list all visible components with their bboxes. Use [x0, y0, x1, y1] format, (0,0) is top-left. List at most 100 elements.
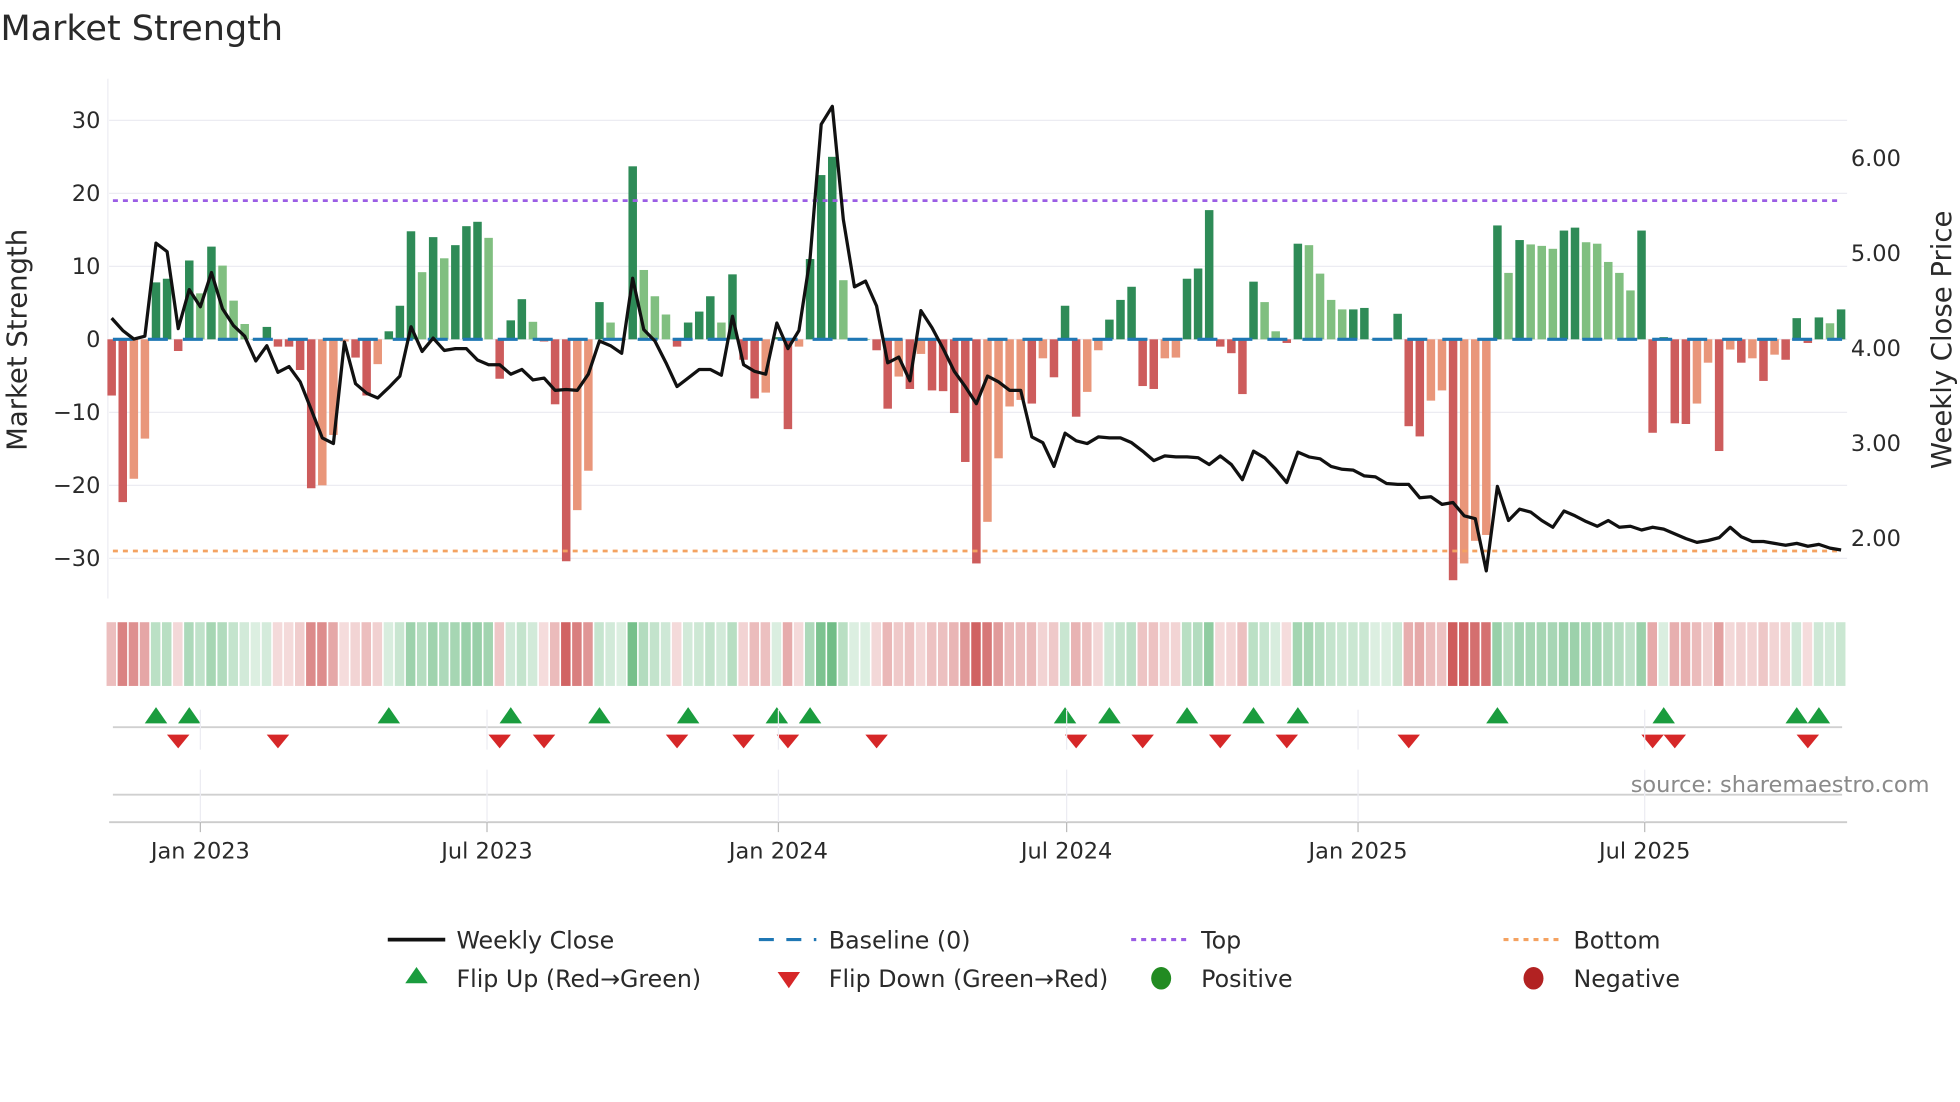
heat-cell	[228, 622, 238, 686]
heat-cell	[1048, 622, 1059, 686]
strength-bar	[1426, 339, 1436, 401]
flip-down-marker	[1275, 734, 1299, 749]
strength-bar	[107, 339, 116, 396]
heat-cell	[971, 622, 981, 686]
x-tick-label: Jan 2023	[149, 838, 250, 864]
strength-bar	[1315, 273, 1325, 340]
strength-bar	[517, 299, 527, 340]
strength-bar	[1027, 339, 1037, 404]
strength-bar	[961, 339, 970, 462]
strength-bar	[1836, 309, 1846, 340]
heat-cell	[1525, 622, 1536, 686]
heat-cell	[1059, 622, 1070, 686]
legend-negative[interactable]: Negative	[1573, 965, 1679, 993]
heat-cell	[1392, 622, 1403, 686]
legend-top[interactable]: Top	[1200, 926, 1241, 954]
heat-cell	[893, 622, 904, 686]
heat-cell	[1459, 622, 1469, 686]
heat-cell	[527, 622, 538, 686]
legend-negative-icon	[1523, 967, 1544, 990]
x-tick-label: Jul 2023	[439, 838, 532, 864]
heat-cell	[549, 622, 560, 686]
heat-cell	[1104, 622, 1114, 686]
heat-cell	[727, 622, 737, 686]
heat-cell	[350, 622, 360, 686]
strength-bar	[983, 339, 992, 522]
strength-bar	[473, 221, 482, 340]
strength-bar	[273, 339, 283, 347]
heat-cell	[472, 622, 482, 686]
flip-up-marker	[1652, 707, 1675, 724]
flip-up-marker	[1175, 707, 1199, 724]
heat-cell	[949, 622, 959, 686]
strength-bar	[1238, 339, 1247, 395]
heat-cell	[804, 622, 815, 686]
market-strength-chart: Market Strength 30 20 10 0 −10 −20 −30 2.00 3.0…	[0, 9, 1957, 993]
heat-cell	[428, 622, 438, 686]
y-tick-label: 0	[86, 327, 100, 353]
strength-bar	[1116, 299, 1125, 340]
legend-flip-down[interactable]: Flip Down (Green→Red)	[829, 965, 1108, 993]
heat-cell	[882, 622, 893, 686]
heat-cell	[1758, 622, 1768, 686]
strength-bar	[650, 296, 660, 340]
legend-weekly-close[interactable]: Weekly Close	[456, 926, 614, 954]
flip-up-marker	[1785, 707, 1808, 724]
legend-flip-up[interactable]: Flip Up (Red→Green)	[456, 965, 701, 993]
strength-bar	[506, 320, 516, 340]
legend-positive[interactable]: Positive	[1201, 965, 1292, 993]
heat-cell	[1292, 622, 1303, 686]
heat-cell	[649, 622, 660, 686]
strength-bar	[1504, 272, 1513, 340]
flip-down-marker	[532, 734, 556, 749]
flip-up-marker	[1286, 707, 1310, 724]
heat-cell	[1470, 622, 1480, 686]
y-tick-label: 10	[72, 254, 101, 280]
source-note: source: sharemaestro.com	[1631, 772, 1930, 798]
heat-cell	[239, 622, 250, 686]
heat-cell	[1580, 622, 1591, 686]
heat-cell	[394, 622, 405, 686]
flip-down-marker	[1397, 734, 1420, 749]
strength-bar	[1182, 278, 1192, 340]
flip-up-marker	[765, 707, 789, 724]
heat-cell	[793, 622, 804, 686]
legend-baseline[interactable]: Baseline (0)	[829, 926, 971, 954]
strength-bar	[362, 339, 371, 396]
heat-cell	[960, 622, 970, 686]
strength-bars	[107, 156, 1846, 581]
heat-cell	[1669, 622, 1680, 686]
heat-cell	[1270, 622, 1281, 686]
chart-title: Market Strength	[0, 9, 283, 49]
heat-cell	[161, 622, 172, 686]
heat-cell	[206, 622, 216, 686]
heat-cell	[705, 622, 715, 686]
heat-cell	[128, 622, 139, 686]
heat-cell	[450, 622, 460, 686]
strength-bar	[1404, 339, 1413, 427]
legend-bottom[interactable]: Bottom	[1573, 926, 1660, 954]
strength-bar	[916, 339, 926, 354]
heat-cell	[583, 622, 593, 686]
heat-cell	[816, 622, 826, 686]
strength-bar	[1415, 339, 1425, 437]
flip-down-marker	[776, 734, 800, 749]
strength-bar	[1559, 230, 1569, 340]
strength-bar	[683, 322, 693, 340]
heat-cell	[561, 622, 571, 686]
heat-cell	[627, 622, 638, 686]
heat-cell	[1658, 622, 1669, 686]
heat-cell	[1481, 622, 1491, 686]
strength-bar	[561, 339, 571, 562]
y-tick-label: −10	[53, 400, 100, 426]
strength-bar	[495, 339, 504, 379]
strength-bar	[1714, 339, 1724, 452]
strength-bar	[606, 322, 615, 340]
heat-cell	[1314, 622, 1325, 686]
heat-cell	[1248, 622, 1258, 686]
x-tick-label: Jan 2025	[1307, 838, 1408, 864]
strength-bar	[628, 166, 637, 340]
heat-cell	[760, 622, 771, 686]
heat-cell	[383, 622, 394, 686]
flip-up-marker	[798, 707, 822, 724]
